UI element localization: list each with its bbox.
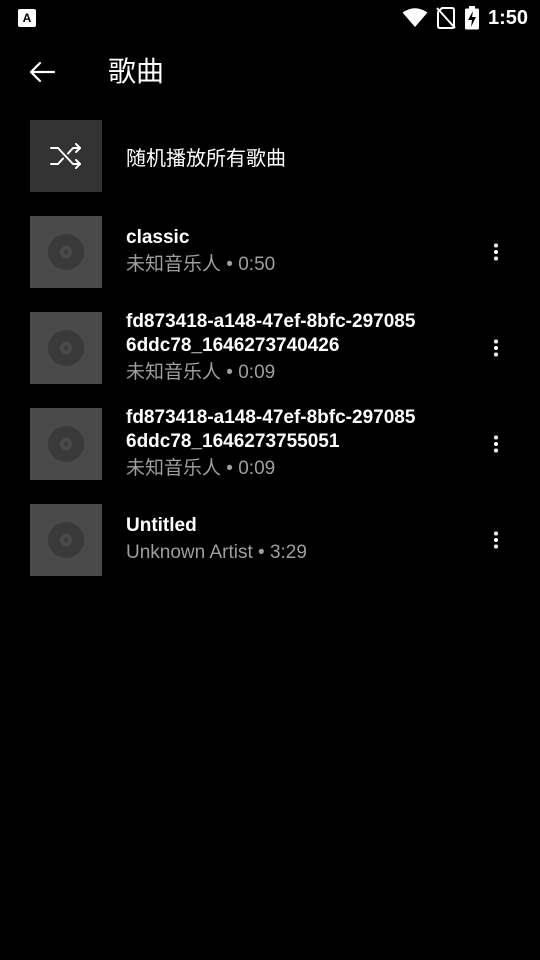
song-list: classic 未知音乐人 • 0:50 fd873418-a148-47ef-… (0, 216, 540, 600)
song-subtitle: Unknown Artist • 3:29 (126, 538, 466, 568)
song-title-line-2: 6ddc78_1646273740426 (126, 335, 340, 356)
album-art-placeholder (30, 504, 102, 576)
song-title: Untitled (126, 515, 197, 536)
song-more-options-button[interactable] (480, 428, 512, 460)
song-more-options-button[interactable] (480, 524, 512, 556)
vinyl-record-icon (48, 330, 84, 366)
more-vert-icon (494, 243, 498, 261)
album-art-placeholder (30, 408, 102, 480)
song-item-untitled[interactable]: Untitled Unknown Artist • 3:29 (0, 504, 540, 600)
shuffle-all-button[interactable]: 随机播放所有歌曲 (30, 120, 520, 192)
song-item-fd873418-2[interactable]: fd873418-a148-47ef-8bfc-297085 6ddc78_16… (0, 407, 540, 504)
vinyl-record-icon (48, 522, 84, 558)
separator-dot: • (252, 542, 270, 563)
vinyl-record-icon (48, 234, 84, 270)
song-title-line-1: fd873418-a148-47ef-8bfc-297085 (126, 311, 416, 332)
battery-charging-icon (464, 6, 479, 30)
song-title: classic (126, 227, 190, 248)
song-artist: Unknown Artist (126, 542, 253, 563)
song-duration: 0:09 (238, 362, 276, 383)
song-title-line-2: 6ddc78_1646273755051 (126, 431, 340, 452)
song-more-options-button[interactable] (480, 332, 512, 364)
song-subtitle: 未知音乐人 • 0:50 (126, 250, 466, 280)
song-subtitle: 未知音乐人 • 0:09 (126, 358, 466, 388)
more-vert-icon (494, 435, 498, 453)
app-notification-icon: A (18, 9, 36, 27)
wifi-icon (402, 8, 428, 27)
song-artist: 未知音乐人 (126, 254, 222, 275)
album-art-placeholder (30, 312, 102, 384)
song-subtitle: 未知音乐人 • 0:09 (126, 454, 466, 484)
back-button[interactable] (22, 52, 62, 92)
shuffle-all-label: 随机播放所有歌曲 (126, 145, 286, 170)
song-artist: 未知音乐人 (126, 362, 222, 383)
song-duration: 0:09 (238, 458, 276, 479)
status-icons: 1:50 (402, 6, 528, 30)
song-title-line-1: fd873418-a148-47ef-8bfc-297085 (126, 407, 416, 428)
separator-dot: • (221, 254, 239, 275)
separator-dot: • (221, 458, 239, 479)
song-artist: 未知音乐人 (126, 458, 222, 479)
shuffle-tile (30, 120, 102, 192)
toolbar: 歌曲 (0, 44, 540, 100)
shuffle-icon (50, 143, 81, 169)
arrow-left-icon (29, 61, 56, 83)
separator-dot: • (221, 362, 239, 383)
song-item-classic[interactable]: classic 未知音乐人 • 0:50 (0, 216, 540, 312)
status-bar: A 1:50 (0, 0, 540, 36)
more-vert-icon (494, 531, 498, 549)
page-title: 歌曲 (108, 55, 165, 88)
song-item-fd873418-1[interactable]: fd873418-a148-47ef-8bfc-297085 6ddc78_16… (0, 311, 540, 408)
status-time: 1:50 (487, 6, 528, 29)
song-more-options-button[interactable] (480, 236, 512, 268)
more-vert-icon (494, 339, 498, 357)
song-duration: 0:50 (238, 254, 276, 275)
no-sim-icon (436, 7, 456, 29)
album-art-placeholder (30, 216, 102, 288)
vinyl-record-icon (48, 426, 84, 462)
song-duration: 3:29 (269, 542, 307, 563)
